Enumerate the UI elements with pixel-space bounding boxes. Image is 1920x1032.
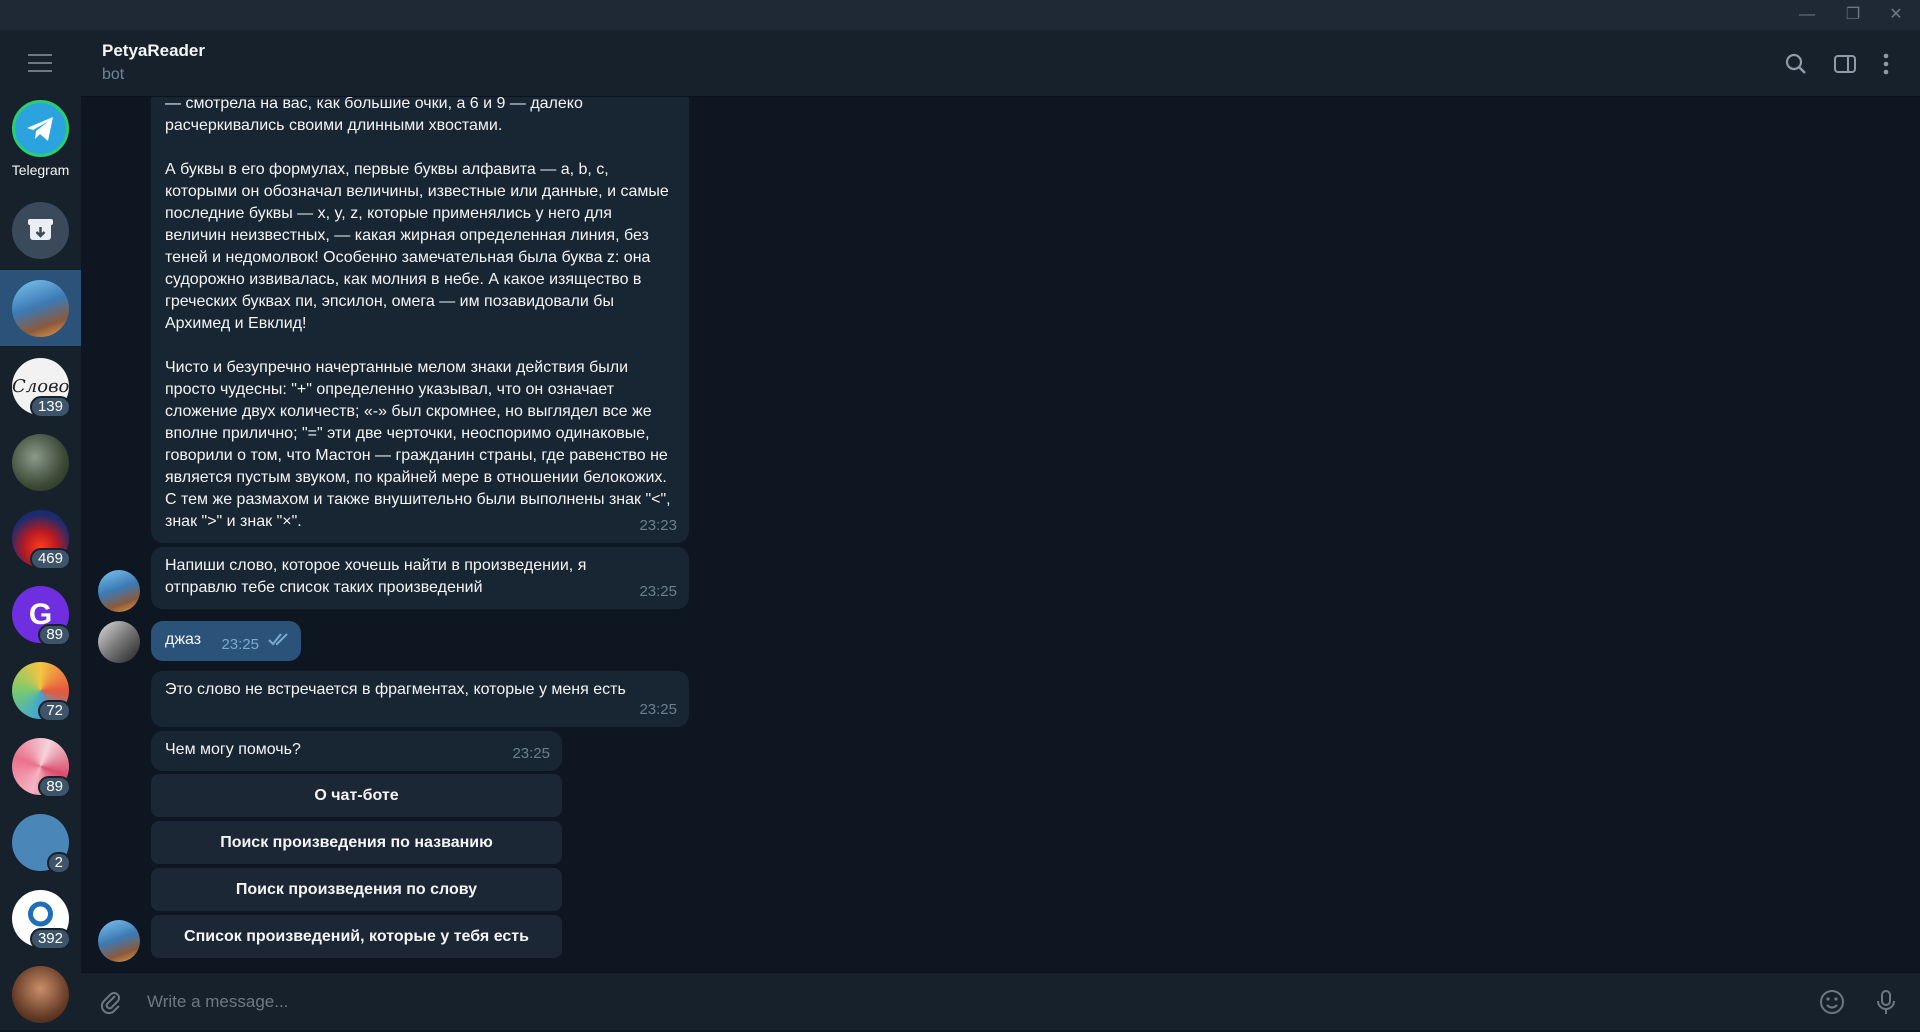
message-paragraph: Чисто и безупречно начертанные мелом зна… — [165, 359, 671, 530]
sidebar-item-petyareader[interactable] — [0, 270, 81, 346]
message-bubble-long: — смотрела на вас, как большие очки, а 6… — [151, 97, 689, 543]
chat-header: PetyaReader bot — [81, 30, 1920, 97]
sidebar-item-rosatom[interactable]: 392 — [0, 880, 81, 956]
microphone-icon[interactable] — [1872, 988, 1900, 1016]
sidebar-item-forest[interactable] — [0, 424, 81, 500]
sidebar-item-label: Telegram — [11, 162, 70, 178]
sidebar-item-pink-fan[interactable]: 89 — [0, 728, 81, 804]
paperclip-icon[interactable] — [97, 988, 125, 1016]
unread-badge: 72 — [38, 700, 71, 722]
message-time: 23:23 — [639, 517, 677, 534]
message-composer — [81, 972, 1920, 1030]
message-time: 23:25 — [221, 636, 259, 653]
unread-badge: 139 — [29, 396, 71, 418]
message-input[interactable] — [147, 987, 1747, 1017]
bot-avatar[interactable] — [98, 570, 140, 612]
message-list[interactable]: — смотрела на вас, как большие очки, а 6… — [81, 97, 1920, 972]
chat-title[interactable]: PetyaReader — [102, 41, 205, 61]
unread-badge: 89 — [38, 776, 71, 798]
close-icon[interactable]: ✕ — [1886, 6, 1906, 24]
sidebar-item-g-channel[interactable]: G 89 — [0, 576, 81, 652]
message-time: 23:25 — [639, 701, 677, 718]
inline-button-search-by-word[interactable]: Поиск произведения по слову — [151, 868, 562, 911]
message-text: Чем могу помочь? — [165, 741, 301, 758]
unread-badge: 89 — [38, 624, 71, 646]
read-checkmarks-icon — [267, 631, 291, 653]
sidebar-item-archive[interactable] — [0, 194, 81, 270]
more-vertical-icon[interactable] — [1872, 50, 1900, 78]
telegram-logo-icon — [12, 100, 69, 157]
inline-button-about[interactable]: О чат-боте — [151, 774, 562, 817]
restore-icon[interactable]: ❐ — [1843, 6, 1863, 24]
bot-avatar[interactable] — [98, 920, 140, 962]
sidebar-item-telegram[interactable]: Telegram — [0, 100, 81, 186]
message-bubble-user: джаз 23:25 — [151, 621, 301, 661]
message-paragraph: А буквы в его формулах, первые буквы алф… — [165, 161, 669, 332]
search-icon[interactable] — [1782, 50, 1810, 78]
unread-badge: 2 — [46, 852, 71, 874]
window-titlebar: — ❐ ✕ — [0, 0, 1920, 30]
message-bubble-help: Чем могу помочь? 23:25 — [151, 731, 562, 771]
inline-button-list-works[interactable]: Список произведений, которые у тебя есть — [151, 915, 562, 958]
message-time: 23:25 — [639, 583, 677, 600]
avatar — [12, 280, 69, 337]
chat-folder-sidebar: Telegram Слово 139 469 G 89 72 89 2 392 — [0, 30, 81, 1030]
avatar — [12, 966, 69, 1023]
message-text: Это слово не встречается в фрагментах, к… — [165, 681, 626, 698]
sidebar-item-fire[interactable]: 469 — [0, 500, 81, 576]
emoji-icon[interactable] — [1818, 988, 1846, 1016]
inline-button-search-by-title[interactable]: Поиск произведения по названию — [151, 821, 562, 864]
archive-icon — [12, 202, 69, 259]
message-bubble-prompt: Напиши слово, которое хочешь найти в про… — [151, 547, 689, 609]
message-time: 23:25 — [512, 745, 550, 762]
message-bubble-notfound: Это слово не встречается в фрагментах, к… — [151, 671, 689, 727]
menu-icon[interactable] — [28, 54, 52, 72]
sidebar-item-bottom-avatar[interactable] — [0, 956, 81, 1032]
sidebar-item-slovo[interactable]: Слово 139 — [0, 348, 81, 424]
sidebar-item-colorful[interactable]: 72 — [0, 652, 81, 728]
sidebar-item-hab[interactable]: 2 — [0, 804, 81, 880]
unread-badge: 392 — [29, 928, 71, 950]
avatar — [12, 434, 69, 491]
message-text: Напиши слово, которое хочешь найти в про… — [165, 557, 587, 596]
minimize-icon[interactable]: — — [1797, 6, 1817, 24]
sidebar-toggle-icon[interactable] — [1831, 50, 1859, 78]
chat-subtitle: bot — [102, 66, 125, 83]
user-avatar[interactable] — [98, 621, 140, 663]
unread-badge: 469 — [29, 548, 71, 570]
message-paragraph: — смотрела на вас, как большие очки, а 6… — [165, 97, 583, 134]
